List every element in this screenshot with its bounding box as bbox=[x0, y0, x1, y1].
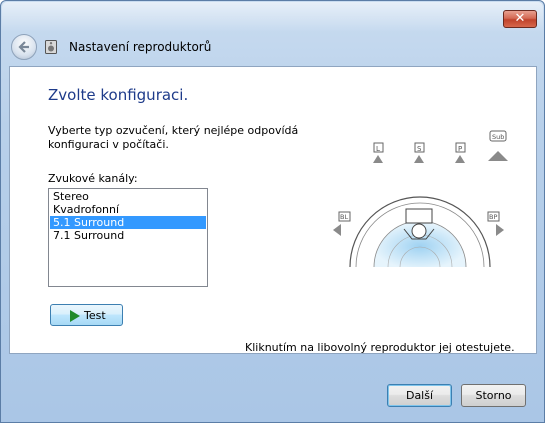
list-item-selected[interactable]: 5.1 Surround bbox=[50, 216, 206, 229]
speaker-label: BL bbox=[340, 213, 348, 221]
wizard-header: Nastavení reproduktorů bbox=[9, 31, 537, 65]
channels-label: Zvukové kanály: bbox=[48, 172, 138, 185]
close-button[interactable]: ✕ bbox=[503, 10, 537, 28]
speaker-right[interactable]: P bbox=[455, 142, 466, 163]
speaker-label: Sub bbox=[492, 133, 504, 141]
content-panel: Zvolte konfiguraci. Vyberte typ ozvučení… bbox=[9, 66, 537, 354]
speaker-label: P bbox=[458, 145, 462, 153]
speaker-back-right[interactable]: BP bbox=[487, 211, 504, 236]
back-button[interactable] bbox=[11, 34, 37, 60]
speaker-center[interactable]: S bbox=[414, 142, 425, 163]
speaker-diagram: L S P Sub BL BP bbox=[333, 130, 508, 268]
speaker-subwoofer[interactable]: Sub bbox=[488, 130, 508, 161]
speaker-label: L bbox=[376, 145, 380, 153]
back-arrow-icon bbox=[18, 41, 29, 53]
speaker-setup-window: ✕ Nastavení reproduktorů Zvolte konfigur… bbox=[0, 0, 545, 423]
list-item[interactable]: 7.1 Surround bbox=[50, 229, 206, 242]
test-button-label: Test bbox=[84, 309, 106, 322]
list-item[interactable]: Kvadrofonní bbox=[50, 203, 206, 216]
title-bar bbox=[2, 2, 543, 32]
page-description: Vyberte typ ozvučení, který nejlépe odpo… bbox=[48, 124, 299, 151]
page-heading: Zvolte konfiguraci. bbox=[48, 86, 189, 104]
speaker-left[interactable]: L bbox=[373, 142, 384, 163]
list-item[interactable]: Stereo bbox=[50, 190, 206, 203]
speaker-label: S bbox=[417, 145, 422, 153]
test-button[interactable]: Test bbox=[50, 304, 123, 326]
speaker-label: BP bbox=[489, 213, 497, 221]
channels-listbox[interactable]: Stereo Kvadrofonní 5.1 Surround 7.1 Surr… bbox=[48, 188, 208, 287]
cancel-button[interactable]: Storno bbox=[461, 384, 526, 407]
speaker-back-left[interactable]: BL bbox=[333, 211, 351, 236]
speaker-app-icon bbox=[45, 40, 57, 54]
window-title: Nastavení reproduktorů bbox=[69, 40, 212, 54]
next-button[interactable]: Další bbox=[387, 384, 452, 407]
hint-text: Kliknutím na libovolný reproduktor jej o… bbox=[245, 341, 515, 354]
play-icon bbox=[70, 310, 80, 322]
